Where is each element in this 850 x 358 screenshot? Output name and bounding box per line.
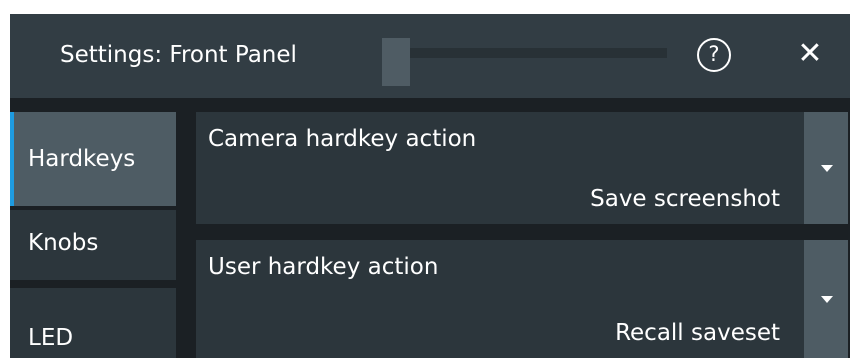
- user-hardkey-dropdown-button[interactable]: [804, 240, 848, 358]
- chevron-down-icon: [821, 165, 833, 172]
- settings-dialog: Settings: Front Panel ? ✕ Hardkeys Knobs…: [10, 14, 850, 358]
- title-bar[interactable]: Settings: Front Panel ? ✕: [10, 14, 850, 98]
- tab-label: Hardkeys: [28, 146, 136, 172]
- tab-led[interactable]: LED: [10, 288, 176, 358]
- user-hardkey-action-label: User hardkey action: [208, 254, 439, 280]
- camera-hardkey-action-value: Save screenshot: [590, 186, 780, 212]
- user-hardkey-action-value: Recall saveset: [615, 320, 780, 346]
- horizontal-scrollbar-track[interactable]: [405, 48, 667, 58]
- chevron-down-icon: [821, 296, 833, 303]
- user-hardkey-action-select[interactable]: User hardkey action Recall saveset: [196, 240, 848, 358]
- camera-hardkey-action-select[interactable]: Camera hardkey action Save screenshot: [196, 112, 848, 224]
- close-icon[interactable]: ✕: [790, 34, 830, 74]
- help-icon[interactable]: ?: [697, 38, 731, 72]
- tab-knobs[interactable]: Knobs: [10, 210, 176, 280]
- tab-hardkeys[interactable]: Hardkeys: [10, 112, 176, 206]
- active-tab-indicator: [10, 112, 14, 206]
- tab-label: Knobs: [28, 230, 99, 256]
- tab-label: LED: [28, 325, 74, 351]
- horizontal-scrollbar-thumb[interactable]: [382, 38, 410, 86]
- camera-hardkey-dropdown-button[interactable]: [804, 112, 848, 224]
- dialog-title: Settings: Front Panel: [60, 42, 297, 68]
- camera-hardkey-action-label: Camera hardkey action: [208, 126, 477, 152]
- sidebar: Hardkeys Knobs LED: [10, 98, 180, 358]
